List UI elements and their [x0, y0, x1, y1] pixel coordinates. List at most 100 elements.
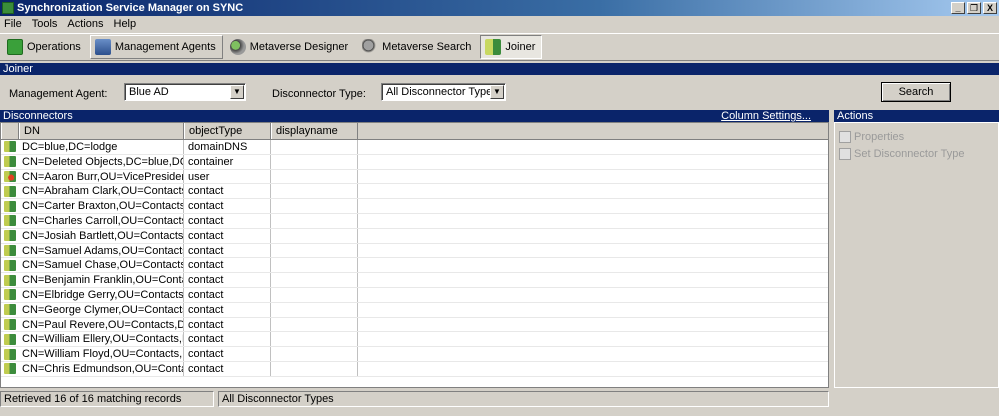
- object-icon: [4, 318, 16, 330]
- app-icon: [2, 2, 14, 14]
- minimize-button[interactable]: _: [951, 2, 965, 14]
- set-disconnector-type-icon: [839, 147, 851, 160]
- cell-displayname: [271, 243, 358, 258]
- action-properties-label: Properties: [854, 130, 905, 143]
- row-icon-cell: [1, 244, 19, 258]
- table-row[interactable]: CN=Deleted Objects,DC=blue,DC=l...contai…: [1, 154, 828, 170]
- object-icon: [4, 230, 16, 242]
- object-icon: [4, 274, 16, 286]
- table-row[interactable]: CN=William Ellery,OU=Contacts,DC...conta…: [1, 332, 828, 348]
- operations-button[interactable]: Operations: [2, 35, 88, 59]
- column-header-dn[interactable]: DN: [19, 123, 184, 139]
- table-row[interactable]: CN=Chris Edmundson,OU=Contact...contact: [1, 361, 828, 377]
- row-icon-cell: [1, 288, 19, 302]
- search-button[interactable]: Search: [881, 82, 951, 102]
- metaverse-search-label: Metaverse Search: [382, 41, 472, 53]
- cell-displayname: [271, 184, 358, 199]
- cell-displayname: [271, 228, 358, 243]
- cell-dn: CN=Paul Revere,OU=Contacts,DC...: [19, 317, 184, 332]
- chevron-down-icon[interactable]: ▼: [490, 85, 504, 99]
- cell-objecttype: container: [184, 154, 271, 169]
- cell-displayname: [271, 317, 358, 332]
- column-header-displayname[interactable]: displayname: [271, 123, 358, 139]
- row-icon-cell: [1, 347, 19, 361]
- object-icon: [4, 289, 16, 301]
- table-row[interactable]: CN=Elbridge Gerry,OU=Contacts,D...contac…: [1, 287, 828, 303]
- metaverse-search-icon: [362, 39, 379, 55]
- close-button[interactable]: X: [983, 2, 997, 14]
- cell-dn: CN=Josiah Bartlett,OU=Contacts,D...: [19, 228, 184, 243]
- grid-header-icon-col: [1, 123, 19, 139]
- cell-dn: CN=Aaron Burr,OU=VicePresidents,...: [19, 169, 184, 184]
- joiner-label: Joiner: [505, 41, 536, 53]
- cell-objecttype: contact: [184, 347, 271, 361]
- cell-dn: CN=Abraham Clark,OU=Contacts,D...: [19, 184, 184, 199]
- table-row[interactable]: CN=Josiah Bartlett,OU=Contacts,D...conta…: [1, 228, 828, 244]
- object-icon: [4, 244, 16, 256]
- menu-tools[interactable]: Tools: [32, 18, 58, 30]
- cell-displayname: [271, 140, 358, 154]
- table-row[interactable]: CN=Carter Braxton,OU=Contacts,D...contac…: [1, 199, 828, 214]
- row-icon-cell: [1, 214, 19, 228]
- action-set-disconnector-type-label: Set Disconnector Type: [854, 147, 965, 160]
- table-row[interactable]: CN=Charles Carroll,OU=Contacts,D...conta…: [1, 213, 828, 229]
- joiner-button[interactable]: Joiner: [480, 35, 543, 59]
- cell-displayname: [271, 287, 358, 302]
- cell-objecttype: contact: [184, 302, 271, 317]
- management-agent-select[interactable]: Blue AD ▼: [124, 83, 246, 101]
- menu-help[interactable]: Help: [114, 18, 137, 30]
- object-icon: [4, 215, 16, 227]
- cell-dn: CN=Deleted Objects,DC=blue,DC=l...: [19, 154, 184, 169]
- cell-objecttype: contact: [184, 199, 271, 213]
- joiner-header: Joiner: [0, 63, 999, 75]
- column-settings-link[interactable]: Column Settings...: [721, 110, 811, 122]
- row-icon-cell: [1, 170, 19, 184]
- table-row[interactable]: CN=Abraham Clark,OU=Contacts,D...contact: [1, 184, 828, 200]
- management-agents-icon: [94, 39, 111, 55]
- action-set-disconnector-type[interactable]: Set Disconnector Type: [835, 145, 998, 162]
- cell-objecttype: contact: [184, 317, 271, 332]
- restore-button[interactable]: ❐: [967, 2, 981, 14]
- menu-file[interactable]: File: [4, 18, 22, 30]
- cell-displayname: [271, 347, 358, 361]
- metaverse-designer-button[interactable]: Metaverse Designer: [225, 35, 355, 59]
- cell-dn: CN=Charles Carroll,OU=Contacts,D...: [19, 213, 184, 228]
- management-agents-label: Management Agents: [114, 41, 216, 53]
- chevron-down-icon[interactable]: ▼: [230, 85, 244, 99]
- table-row[interactable]: CN=Paul Revere,OU=Contacts,DC...contact: [1, 317, 828, 333]
- cell-displayname: [271, 332, 358, 347]
- cell-displayname: [271, 273, 358, 287]
- cell-dn: CN=Samuel Adams,OU=Contacts,D...: [19, 243, 184, 258]
- action-properties[interactable]: Properties: [835, 128, 998, 145]
- cell-objecttype: contact: [184, 228, 271, 243]
- disconnectors-grid: DN objectType displayname DC=blue,DC=lod…: [0, 122, 829, 388]
- status-records: Retrieved 16 of 16 matching records: [0, 391, 214, 407]
- cell-objecttype: contact: [184, 361, 271, 376]
- toolbar: Operations Management Agents Metaverse D…: [0, 33, 999, 61]
- cell-displayname: [271, 199, 358, 213]
- table-row[interactable]: CN=George Clymer,OU=Contacts,D...contact: [1, 302, 828, 318]
- filter-row: Management Agent: Blue AD ▼ Disconnector…: [0, 78, 999, 108]
- menu-actions[interactable]: Actions: [67, 18, 103, 30]
- cell-displayname: [271, 213, 358, 228]
- object-icon: [4, 363, 16, 375]
- table-row[interactable]: CN=Benjamin Franklin,OU=Contact...contac…: [1, 273, 828, 288]
- row-icon-cell: [1, 303, 19, 317]
- table-row[interactable]: CN=Aaron Burr,OU=VicePresidents,...user: [1, 169, 828, 185]
- cell-objecttype: contact: [184, 332, 271, 347]
- table-row[interactable]: CN=Samuel Adams,OU=Contacts,D...contact: [1, 243, 828, 259]
- management-agent-value: Blue AD: [129, 86, 169, 98]
- disconnector-type-select[interactable]: All Disconnector Types ▼: [381, 83, 506, 101]
- object-icon: [4, 259, 16, 271]
- metaverse-search-button[interactable]: Metaverse Search: [357, 35, 478, 59]
- cell-objecttype: contact: [184, 213, 271, 228]
- cell-objecttype: contact: [184, 273, 271, 287]
- grid-header: DN objectType displayname: [1, 123, 828, 140]
- table-row[interactable]: CN=Samuel Chase,OU=Contacts,D...contact: [1, 258, 828, 274]
- management-agents-button[interactable]: Management Agents: [89, 35, 223, 59]
- table-row[interactable]: CN=William Floyd,OU=Contacts,DC...contac…: [1, 347, 828, 362]
- cell-displayname: [271, 361, 358, 376]
- column-header-objecttype[interactable]: objectType: [184, 123, 271, 139]
- object-icon: [4, 141, 16, 153]
- table-row[interactable]: DC=blue,DC=lodge domainDNS: [1, 140, 828, 155]
